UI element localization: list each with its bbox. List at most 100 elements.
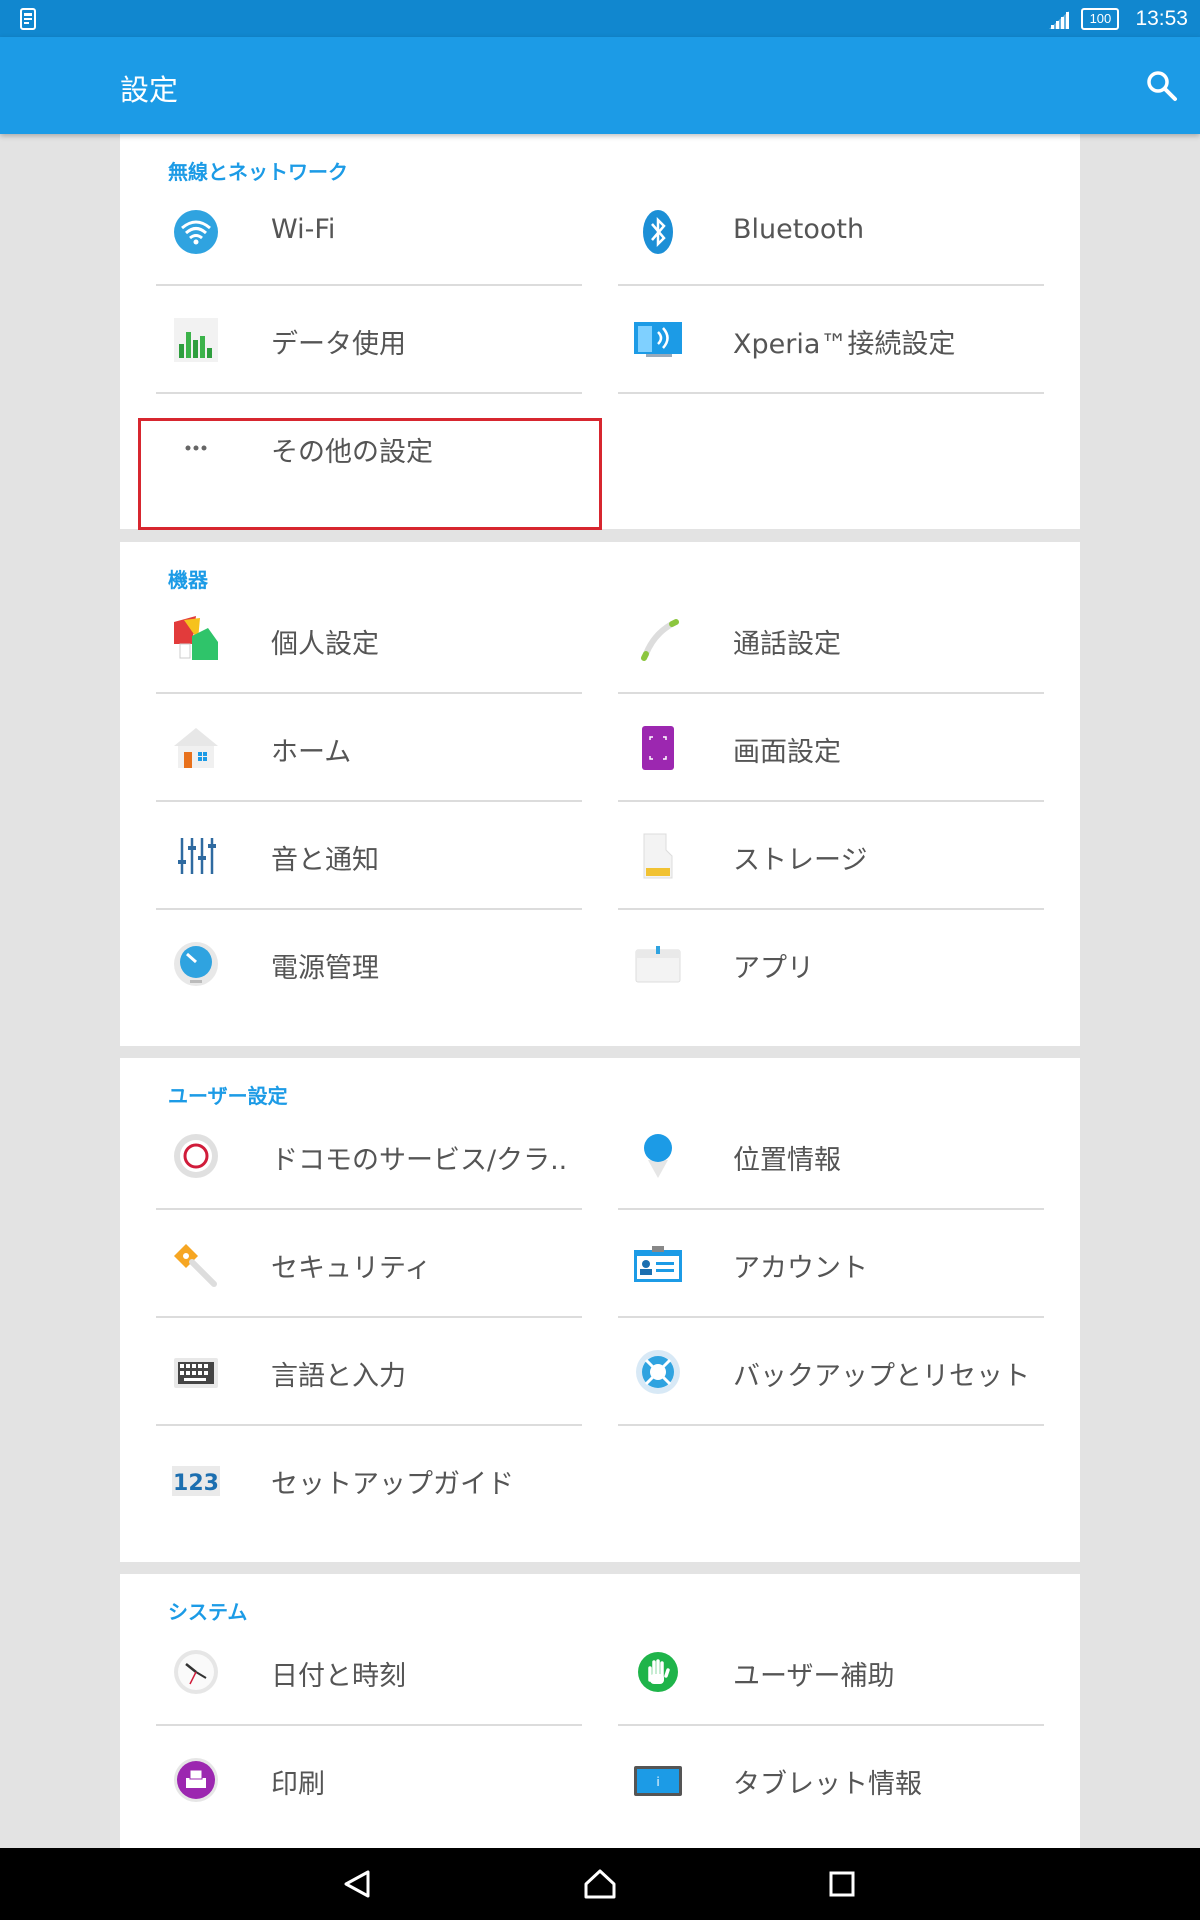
divider <box>156 284 582 286</box>
account-card-icon <box>634 1246 682 1282</box>
section-user: ユーザー設定 ドコモのサービス/クラ.. 位置情報 セキュリティ アカウント 言… <box>120 1058 1080 1562</box>
status-bar: 100 13:53 <box>0 0 1200 37</box>
battery-indicator: 100 <box>1081 7 1120 30</box>
page-title: 設定 <box>120 73 179 107</box>
settings-item-label: セキュリティ <box>271 1253 432 1284</box>
tablet-info-icon: i <box>634 1766 682 1796</box>
section-system: システム 日付と時刻 ユーザー補助 印刷 i タブレット情報 <box>120 1574 1080 1848</box>
settings-item-label: 日付と時刻 <box>271 1661 406 1692</box>
settings-item-label: アカウント <box>733 1253 868 1284</box>
settings-item-label: バックアップとリセット <box>733 1361 1030 1392</box>
divider <box>156 1724 582 1726</box>
docomo-gear-icon <box>174 1134 218 1178</box>
settings-item-label: ユーザー補助 <box>733 1661 895 1692</box>
search-icon[interactable] <box>1142 66 1182 106</box>
settings-item-label: Bluetooth <box>733 214 865 245</box>
sound-sliders-icon <box>178 838 216 874</box>
divider <box>618 908 1044 910</box>
settings-item-storage[interactable]: ストレージ <box>618 803 1044 910</box>
settings-item-label: 画面設定 <box>733 737 841 768</box>
home-icon <box>174 728 218 768</box>
backup-icon <box>636 1350 680 1394</box>
settings-item-home[interactable]: ホーム <box>156 695 582 802</box>
divider <box>156 1208 582 1210</box>
settings-item-label: 印刷 <box>271 1769 325 1800</box>
settings-item-tablet-info[interactable]: i タブレット情報 <box>618 1727 1044 1834</box>
settings-item-label: ホーム <box>271 737 352 768</box>
settings-item-location[interactable]: 位置情報 <box>618 1103 1044 1210</box>
back-icon[interactable] <box>338 1864 378 1904</box>
divider <box>156 908 582 910</box>
settings-item-setup-guide[interactable]: 123 セットアップガイド <box>156 1427 582 1534</box>
divider <box>156 800 582 802</box>
settings-item-backup[interactable]: バックアップとリセット <box>618 1319 1044 1426</box>
divider <box>156 1316 582 1318</box>
highlight-box <box>138 418 602 530</box>
home-button-icon[interactable] <box>580 1864 620 1904</box>
bluetooth-icon <box>643 210 673 254</box>
settings-item-accounts[interactable]: アカウント <box>618 1211 1044 1318</box>
notification-app-icon <box>20 8 36 30</box>
settings-item-xperia-connect[interactable]: Xperia™接続設定 <box>618 287 1044 394</box>
divider <box>156 692 582 694</box>
setup-guide-123-icon: 123 <box>172 1466 220 1496</box>
data-usage-icon <box>174 318 218 362</box>
settings-item-apps[interactable]: アプリ <box>618 911 1044 1018</box>
divider <box>156 1424 582 1426</box>
settings-item-label: ドコモのサービス/クラ.. <box>271 1145 568 1176</box>
power-gauge-icon <box>174 942 218 986</box>
settings-item-printing[interactable]: 印刷 <box>156 1727 582 1834</box>
settings-item-docomo-service[interactable]: ドコモのサービス/クラ.. <box>156 1103 582 1210</box>
settings-item-label: 通話設定 <box>733 629 841 660</box>
settings-item-display[interactable]: 画面設定 <box>618 695 1044 802</box>
divider <box>618 1316 1044 1318</box>
settings-item-language[interactable]: 言語と入力 <box>156 1319 582 1426</box>
settings-item-label: ストレージ <box>733 845 868 876</box>
divider <box>618 1724 1044 1726</box>
settings-item-data-usage[interactable]: データ使用 <box>156 287 582 394</box>
divider <box>618 1424 1044 1426</box>
divider <box>618 800 1044 802</box>
divider <box>618 692 1044 694</box>
settings-item-label: Xperia™接続設定 <box>733 329 956 360</box>
sd-card-icon <box>643 833 673 879</box>
settings-item-label: アプリ <box>733 953 814 984</box>
clock-icon <box>174 1650 218 1694</box>
app-bar: 設定 <box>0 37 1200 134</box>
settings-item-label: 音と通知 <box>271 845 379 876</box>
personalization-icon <box>174 616 218 660</box>
location-pin-icon <box>644 1134 672 1178</box>
phone-icon <box>641 619 679 661</box>
settings-item-label: タブレット情報 <box>733 1769 922 1800</box>
settings-item-call[interactable]: 通話設定 <box>618 587 1044 694</box>
settings-item-personalization[interactable]: 個人設定 <box>156 587 582 694</box>
signal-icon <box>1049 10 1070 29</box>
settings-item-label: データ使用 <box>271 329 406 360</box>
navigation-bar <box>0 1848 1200 1920</box>
settings-item-label: 電源管理 <box>271 953 379 984</box>
svg-text:123: 123 <box>173 1471 219 1496</box>
settings-item-accessibility[interactable]: ユーザー補助 <box>618 1619 1044 1726</box>
display-icon <box>642 726 674 770</box>
section-wireless: 無線とネットワーク Wi-Fi Bluetooth データ使用 Xperia™接… <box>120 134 1080 530</box>
settings-item-power[interactable]: 電源管理 <box>156 911 582 1018</box>
xperia-connect-icon <box>634 322 682 357</box>
divider <box>618 284 1044 286</box>
settings-item-bluetooth[interactable]: Bluetooth <box>618 179 1044 286</box>
settings-item-label: 位置情報 <box>733 1145 841 1176</box>
clock: 13:53 <box>1135 6 1188 30</box>
svg-text:i: i <box>656 1775 659 1789</box>
divider <box>156 392 582 394</box>
settings-item-label: 個人設定 <box>271 629 379 660</box>
keyboard-icon <box>174 1358 218 1388</box>
wifi-icon <box>174 210 218 254</box>
recents-icon[interactable] <box>822 1864 862 1904</box>
settings-item-label: Wi-Fi <box>271 214 336 245</box>
settings-item-sound[interactable]: 音と通知 <box>156 803 582 910</box>
print-icon <box>174 1758 218 1802</box>
section-device: 機器 個人設定 通話設定 ホーム 画面設定 音と通知 ストレージ 電源管理 アプ… <box>120 542 1080 1046</box>
settings-item-security[interactable]: セキュリティ <box>156 1211 582 1318</box>
apps-folder-icon <box>635 946 681 983</box>
settings-item-date-time[interactable]: 日付と時刻 <box>156 1619 582 1726</box>
settings-item-wifi[interactable]: Wi-Fi <box>156 179 582 286</box>
